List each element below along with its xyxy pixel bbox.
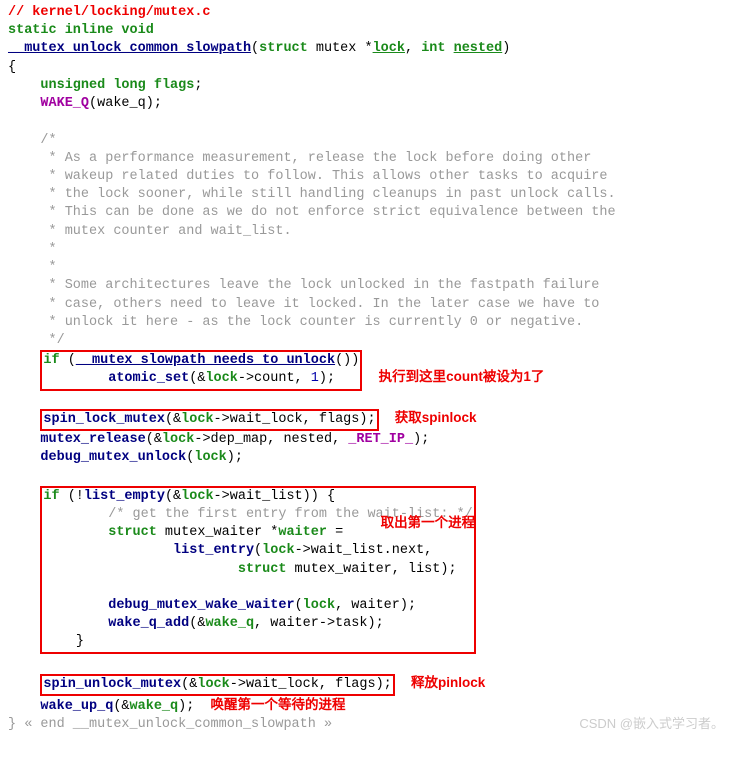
doc-comment: /* * As a performance measurement, relea… bbox=[8, 133, 616, 348]
watermark: CSDN @嵌入式学习者。 bbox=[579, 715, 724, 733]
annotation-3b: 取出第一个进程 bbox=[381, 515, 476, 530]
storage-class: static inline void bbox=[8, 23, 154, 38]
end-comment: } « end __mutex_unlock_common_slowpath » bbox=[8, 717, 332, 732]
highlight-box-4: spin_unlock_mutex(&lock->wait_lock, flag… bbox=[40, 674, 394, 696]
file-path-comment: // kernel/locking/mutex.c bbox=[8, 5, 211, 20]
highlight-box-2: spin_lock_mutex(&lock->wait_lock, flags)… bbox=[40, 409, 378, 431]
highlight-box-1: if (__mutex_slowpath_needs_to_unlock()) … bbox=[40, 350, 362, 390]
annotation-2: 获取spinlock bbox=[395, 410, 477, 425]
highlight-box-3: if (!list_empty(&lock->wait_list)) { /* … bbox=[40, 486, 475, 654]
annotation-4: 释放pinlock bbox=[411, 675, 485, 690]
code-block: // kernel/locking/mutex.c static inline … bbox=[8, 4, 728, 735]
function-name: __mutex_unlock_common_slowpath bbox=[8, 41, 251, 56]
annotation-1: 执行到这里count被设为1了 bbox=[379, 369, 545, 384]
annotation-5: 唤醒第一个等待的进程 bbox=[211, 697, 346, 712]
